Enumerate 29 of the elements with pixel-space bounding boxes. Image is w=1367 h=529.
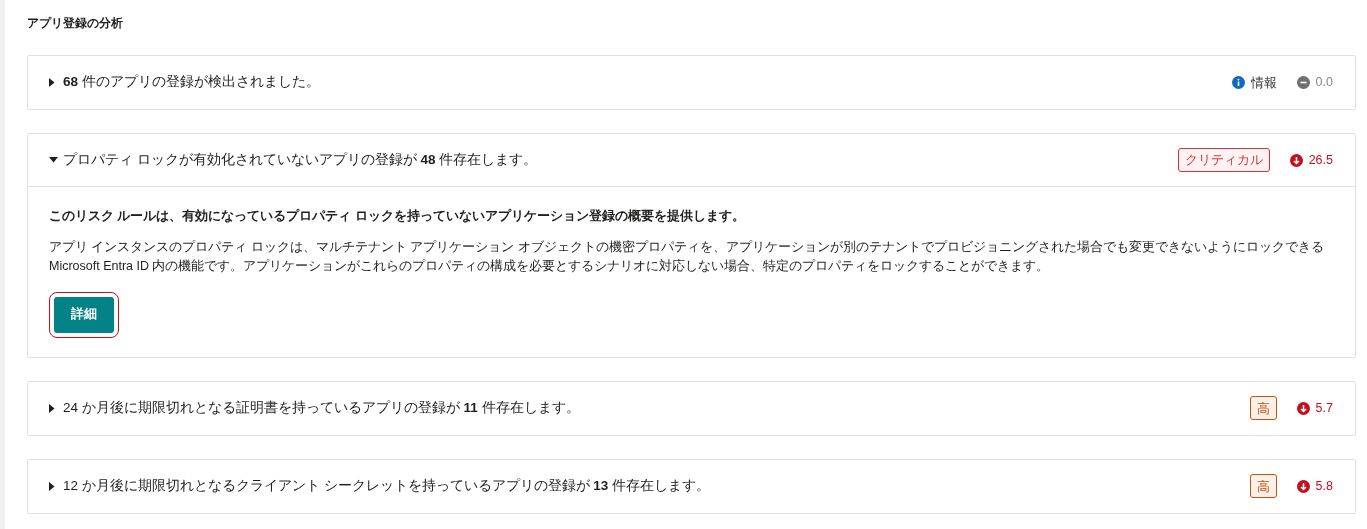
severity-badge: クリティカル <box>1177 148 1270 172</box>
arrow-down-icon <box>1296 401 1310 415</box>
finding-header[interactable]: 12 か月後に期限切れとなるクライアント シークレットを持っているアプリの登録が 13 件存在します。 高 5.8 <box>28 459 1355 513</box>
minus-icon <box>1296 76 1310 89</box>
caret-right-icon <box>49 403 55 413</box>
rule-summary: このリスク ルールは、有効になっているプロパティ ロックを持っていないアプリケーション登録の概要を提供します。 <box>49 208 746 225</box>
caret-right-icon <box>49 481 55 491</box>
arrow-down-icon <box>1296 479 1310 493</box>
caret-down-icon <box>49 157 58 163</box>
finding-header[interactable]: 24 か月後に期限切れとなる証明書を持っているアプリの登録が 11 件存在します。 高 5.7 <box>28 381 1355 435</box>
finding-title: 12 か月後に期限切れとなるクライアント シークレットを持っているアプリの登録が 13 件存在します。 <box>63 477 712 496</box>
severity-badge: 高 <box>1249 396 1277 421</box>
score-value: 5.7 <box>1315 399 1333 417</box>
arrow-down-icon <box>1289 153 1303 167</box>
finding-header[interactable]: プロパティ ロックが有効化されていないアプリの登録が 48 件存在します。 クリティカル 26.5 <box>28 134 1355 187</box>
section-heading: アプリ登録の分析 <box>27 15 124 32</box>
score-value: 5.8 <box>1315 477 1333 495</box>
rule-description: アプリ インスタンスのプロパティ ロックは、マルチテナント アプリケーション オブジェクトの機密プロパティを、アプリケーションが別のテナントでプロビジョニングされた場合でも変更できないようにロックできる Microsoft Entra ID 内の機能です。アプリケーションがこれらのプロパティの構成を必要とするシナリオに対応しない場合、特定のプロパティをロックすることができます。 <box>49 238 1325 275</box>
finding-header[interactable]: 68 件のアプリの登録が検出されました。 情報 0.0 <box>28 56 1355 109</box>
score-value: 26.5 <box>1308 151 1333 169</box>
caret-right-icon <box>49 78 55 87</box>
details-button[interactable]: 詳細 <box>54 296 114 333</box>
info-icon <box>1231 76 1245 89</box>
severity-badge: 高 <box>1249 474 1277 499</box>
finding-title: 24 か月後に期限切れとなる証明書を持っているアプリの登録が 11 件存在します。 <box>63 399 581 418</box>
score-value: 0.0 <box>1315 74 1333 92</box>
severity-label: 情報 <box>1231 72 1277 93</box>
finding-title: プロパティ ロックが有効化されていないアプリの登録が 48 件存在します。 <box>63 150 539 169</box>
finding-title: 68 件のアプリの登録が検出されました。 <box>63 73 321 92</box>
